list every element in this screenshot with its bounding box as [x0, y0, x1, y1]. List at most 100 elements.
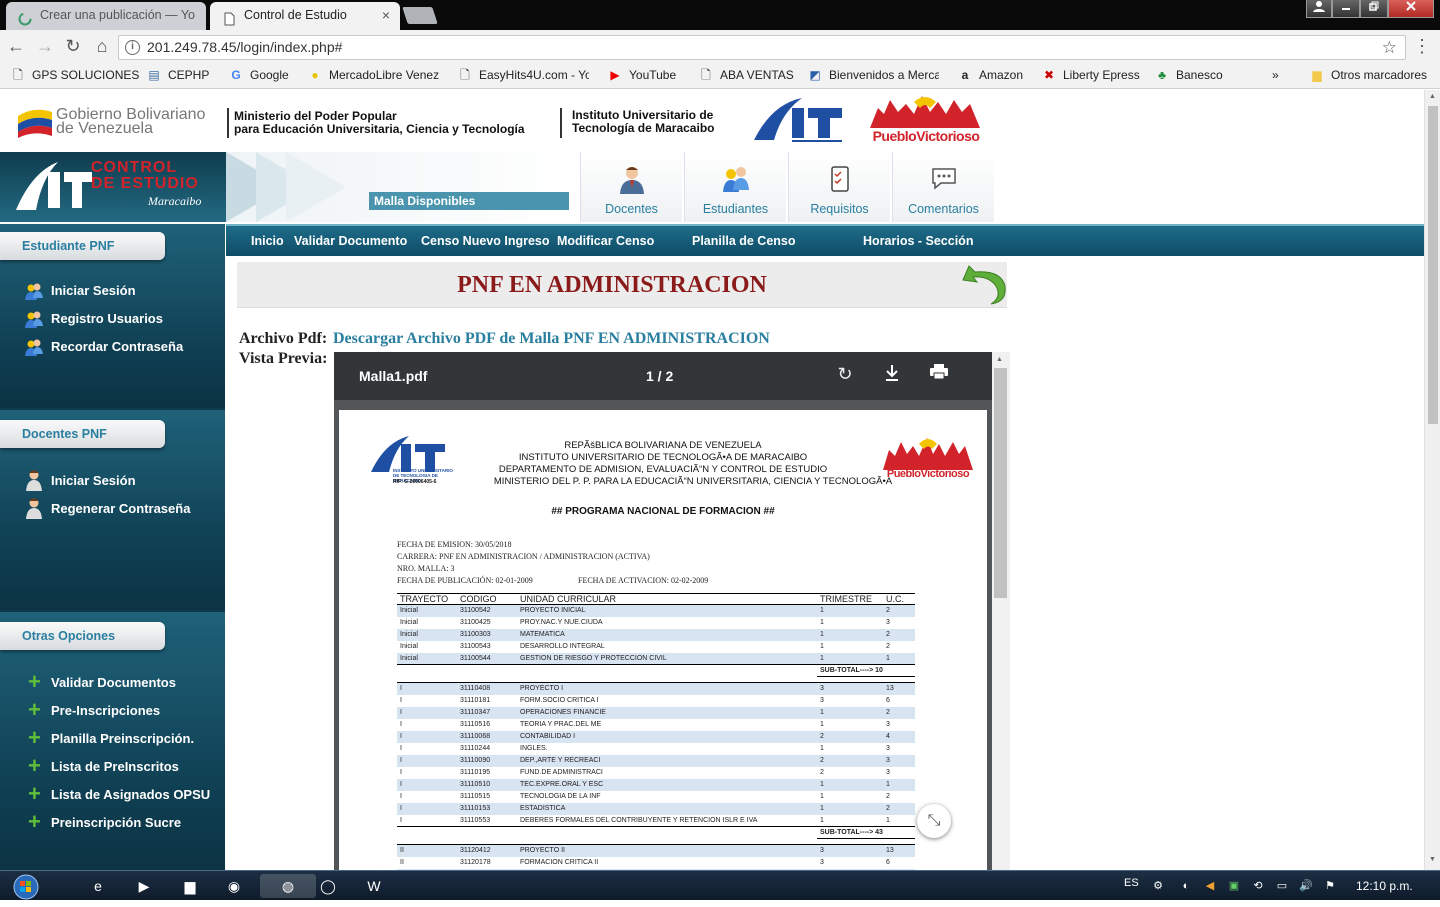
page-scrollbar-thumb[interactable] — [1428, 106, 1438, 424]
docentes-button[interactable]: Docentes — [580, 152, 682, 222]
sidebar-item-iniciar-sesion-docente[interactable]: Iniciar Sesión — [24, 470, 136, 491]
table-row: I 31110510 TEC.EXPRE.ORAL Y ESC 1 1 — [397, 778, 915, 791]
bookmark-liberty[interactable]: ✖ Liberty Epress — [1041, 68, 1140, 82]
pdf-scrollbar[interactable]: ▲ — [992, 352, 1010, 870]
bookmark-mercantil[interactable]: ◩ Bienvenidos a Merca — [807, 68, 939, 82]
tab-crear-publicacion[interactable]: Crear una publicación — Yo — [6, 2, 206, 30]
plus-icon: + — [28, 781, 41, 806]
tray-nvidia-icon[interactable]: ▣ — [1224, 874, 1244, 898]
table-cell: Inicial — [400, 619, 418, 626]
forward-icon[interactable]: → — [35, 36, 55, 57]
greenapp-icon[interactable]: ◯ — [308, 874, 348, 898]
table-cell: I — [397, 778, 457, 791]
comentarios-button[interactable]: Comentarios — [892, 152, 994, 222]
menu-censo-nuevo-ingreso[interactable]: Censo Nuevo Ingreso — [421, 234, 550, 248]
back-icon[interactable]: ← — [6, 36, 26, 57]
table-cell: CONTABILIDAD I — [517, 730, 817, 743]
new-tab-button[interactable] — [402, 7, 438, 24]
gov-logo: Gobierno Bolivariano de Venezuela — [16, 106, 226, 142]
close-window-button[interactable] — [1388, 0, 1434, 18]
fit-page-icon[interactable]: ⤡ — [917, 804, 951, 838]
sidebar-item-planilla-preinscripcion[interactable]: + Planilla Preinscripción. — [24, 727, 194, 749]
menu-modificar-censo[interactable]: Modificar Censo — [557, 234, 654, 248]
home-icon[interactable]: ⌂ — [92, 36, 112, 57]
word-icon[interactable]: W — [354, 874, 394, 898]
sidebar-item-pre-inscripciones[interactable]: + Pre-Inscripciones — [24, 699, 160, 721]
bookmark-youtube[interactable]: ▶ YouTube — [607, 68, 676, 82]
user-icon[interactable] — [1306, 0, 1332, 18]
menu-validar-documento[interactable]: Validar Documento — [294, 234, 407, 248]
menu-kebab-icon[interactable]: ⋮ — [1412, 36, 1432, 57]
bookmark-easyhits[interactable]: 🗋 EasyHits4U.com - Yo — [457, 68, 589, 82]
download-pdf-link[interactable]: Descargar Archivo PDF de Malla PNF EN AD… — [333, 330, 770, 348]
clock[interactable]: 12:10 p.m. — [1356, 879, 1413, 893]
bookmark-mercadolibre[interactable]: ● MercadoLibre Venez — [307, 68, 439, 82]
address-bar[interactable]: i 201.249.78.45/login/index.php# ☆ — [118, 35, 1406, 60]
menu-planilla-censo[interactable]: Planilla de Censo — [692, 234, 796, 248]
sidebar-item-lista-preinscritos[interactable]: + Lista de PreInscritos — [24, 755, 179, 777]
bookmarks-overflow[interactable]: » — [1272, 68, 1279, 82]
other-bookmarks[interactable]: ▆ Otros marcadores — [1309, 68, 1427, 82]
info-icon[interactable]: i — [125, 40, 140, 55]
media-player-icon[interactable]: ▶ — [124, 874, 164, 898]
print-icon[interactable] — [928, 364, 950, 386]
bookmark-gps[interactable]: 🗋 GPS SOLUCIONES — [10, 68, 139, 82]
estudiantes-button[interactable]: Estudiantes — [684, 152, 786, 222]
tab-control-estudio[interactable]: Control de Estudio × — [210, 2, 400, 30]
sidebar: Estudiante PNF Iniciar Sesión Registro U… — [0, 224, 225, 870]
menu-inicio[interactable]: Inicio — [251, 234, 284, 248]
table-cell: I — [400, 697, 402, 704]
reload-icon[interactable]: ↻ — [63, 36, 83, 57]
iut-white-logo — [16, 162, 92, 210]
bookmark-banesco[interactable]: ♣ Banesco — [1154, 68, 1223, 82]
download-icon[interactable] — [881, 364, 903, 386]
sidebar-item-preinscripcion-sucre[interactable]: + Preinscripción Sucre — [24, 811, 181, 833]
language-indicator[interactable]: ES — [1124, 877, 1139, 889]
table-cell: TECNOLOGIA DE LA INF — [520, 793, 601, 800]
ie-icon[interactable]: e — [78, 874, 118, 898]
action-center-flag-icon[interactable]: ⚑ — [1320, 874, 1340, 898]
table-cell: I — [397, 730, 457, 743]
volume-icon[interactable]: 🔊 — [1296, 874, 1316, 898]
start-button[interactable] — [6, 874, 46, 900]
scroll-up-icon[interactable]: ▲ — [996, 356, 1003, 363]
table-cell: 1 — [820, 793, 824, 800]
scroll-up-icon[interactable]: ▲ — [1429, 93, 1436, 100]
tray-monitor-icon[interactable]: ▭ — [1272, 874, 1292, 898]
table-cell: DEP.,ARTE Y RECREACI — [517, 754, 817, 767]
tray-app-icon[interactable]: ◐ — [1176, 874, 1196, 898]
explorer-icon[interactable]: ▆ — [170, 874, 210, 898]
sidebar-item-iniciar-sesion-estudiante[interactable]: Iniciar Sesión — [24, 283, 136, 300]
tray-network-icon[interactable]: ⚙ — [1148, 874, 1168, 898]
sidebar-item-validar-documentos[interactable]: + Validar Documentos — [24, 671, 176, 693]
sidebar-item-recordar-contrasena[interactable]: Recordar Contraseña — [24, 339, 183, 356]
bookmark-aba[interactable]: 🗋 ABA VENTAS — [698, 68, 794, 82]
rotate-icon[interactable]: ↻ — [834, 364, 856, 386]
column-header: UNIDAD CURRICULAR — [517, 593, 817, 605]
scroll-down-icon[interactable]: ▼ — [1429, 856, 1436, 863]
requisitos-button[interactable]: Requisitos — [788, 152, 890, 222]
sidebar-item-lista-asignados-opsu[interactable]: + Lista de Asignados OPSU — [24, 781, 210, 806]
close-tab-icon[interactable]: × — [382, 2, 390, 28]
bookmark-cephp[interactable]: ▤ CEPHP — [146, 68, 209, 82]
tray-sync-icon[interactable]: ⟲ — [1248, 874, 1268, 898]
table-row: I 31110068 CONTABILIDAD I24 — [397, 730, 915, 743]
page-scrollbar[interactable]: ▲ ▼ — [1424, 90, 1440, 870]
sidebar-heading-estudiante: Estudiante PNF — [0, 232, 165, 260]
bookmark-amazon[interactable]: a Amazon — [957, 68, 1023, 82]
bookmark-star-icon[interactable]: ☆ — [1382, 36, 1397, 59]
minimize-button[interactable] — [1332, 0, 1360, 18]
sidebar-item-registro-usuarios[interactable]: Registro Usuarios — [24, 311, 163, 328]
restore-button[interactable] — [1360, 0, 1388, 18]
pdf-viewer[interactable]: Malla1.pdf 1 / 2 ↻ INSTITUTO UNIVERSITAR… — [334, 352, 1010, 870]
back-arrow-icon[interactable] — [961, 262, 1009, 308]
menu-horarios-seccion[interactable]: Horarios - Sección — [863, 234, 973, 248]
sidebar-item-regenerar-contrasena[interactable]: Regenerar Contraseña — [24, 498, 190, 519]
firefox-icon[interactable]: ◉ — [214, 874, 254, 898]
pdf-scrollbar-thumb[interactable] — [994, 368, 1007, 598]
bookmark-google[interactable]: G Google — [228, 68, 288, 82]
tray-warning-icon[interactable]: ◀ — [1200, 874, 1220, 898]
table-row: I 31110195 FUND.DE ADMINISTRACI 2 3 — [397, 767, 915, 779]
malla-disponibles-label[interactable]: Malla Disponibles — [369, 192, 569, 210]
table-cell: PROYECTO INICIAL — [517, 604, 817, 617]
